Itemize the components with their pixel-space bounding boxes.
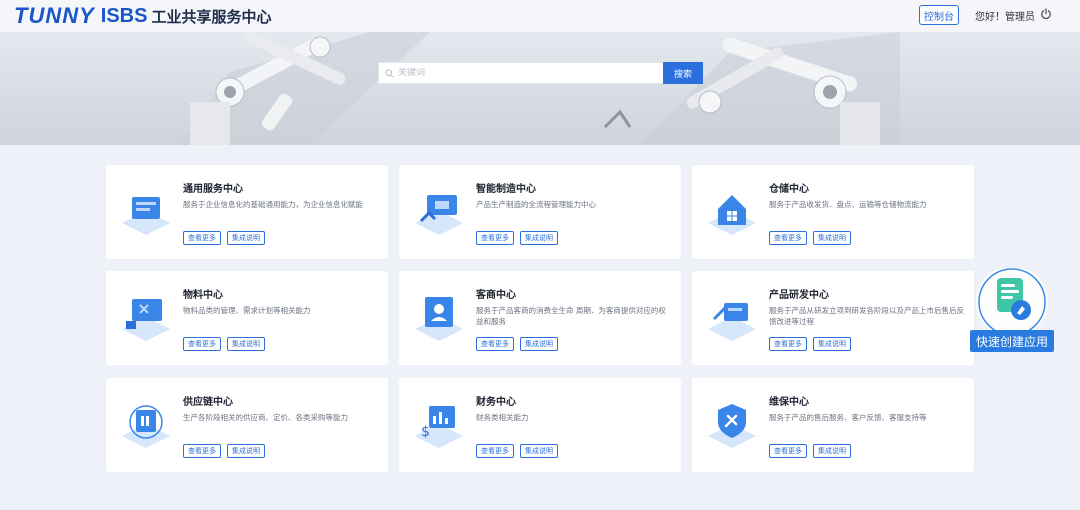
card-title[interactable]: 产品研发中心 — [769, 286, 829, 301]
supply-chain-icon — [122, 405, 170, 448]
quick-create-app-widget[interactable]: 快速创建应用 — [970, 268, 1054, 354]
factory-screen-icon — [415, 195, 463, 235]
card-title[interactable]: 财务中心 — [476, 393, 516, 408]
card-title[interactable]: 客商中心 — [476, 286, 516, 301]
quick-create-label: 快速创建应用 — [970, 330, 1054, 352]
warehouse-icon — [708, 195, 756, 235]
console-button[interactable]: 控制台 — [919, 5, 959, 25]
search-icon — [385, 68, 394, 78]
robot-arm-left-illustration — [180, 32, 430, 145]
card-actions: 查看更多 集成说明 — [769, 337, 851, 351]
svg-text:$: $ — [421, 424, 430, 440]
card-description: 财务类相关能力 — [476, 413, 529, 422]
card-actions: 查看更多 集成说明 — [183, 231, 265, 245]
view-more-button[interactable]: 查看更多 — [769, 444, 807, 458]
integration-guide-button[interactable]: 集成说明 — [227, 444, 265, 458]
logo-brand: TUNNY — [14, 3, 95, 28]
logo[interactable]: TUNNY ISBS 工业共享服务中心 — [14, 3, 272, 28]
search-box — [378, 62, 663, 84]
monitor-platform-icon — [122, 197, 170, 235]
service-card[interactable]: 供应链中心生产各阶段相关的供应商、定价、各类采购等能力查看更多 集成说明 — [106, 378, 388, 472]
research-icon — [708, 302, 756, 341]
card-description: 产品生产制造的全流程管理能力中心 — [476, 200, 596, 209]
search-button[interactable]: 搜索 — [663, 62, 703, 84]
card-title[interactable]: 维保中心 — [769, 393, 809, 408]
integration-guide-button[interactable]: 集成说明 — [227, 231, 265, 245]
card-description: 服务于产品收发货、盘点、运输等仓储物流能力 — [769, 200, 927, 209]
card-actions: 查看更多 集成说明 — [769, 231, 851, 245]
service-card[interactable]: 物料中心物料品类的管理、需求计划等相关能力查看更多 集成说明 — [106, 271, 388, 365]
integration-guide-button[interactable]: 集成说明 — [813, 444, 851, 458]
service-card[interactable]: 维保中心服务于产品的售后服务、客户反馈、客服支持等查看更多 集成说明 — [692, 378, 974, 472]
logo-system: ISBS — [100, 4, 148, 27]
card-title[interactable]: 智能制造中心 — [476, 180, 536, 195]
user-greeting[interactable]: 您好！管理员 — [975, 8, 1035, 23]
card-description: 物料品类的管理、需求计划等相关能力 — [183, 306, 311, 315]
view-more-button[interactable]: 查看更多 — [183, 337, 221, 351]
card-title[interactable]: 物料中心 — [183, 286, 223, 301]
card-description: 服务于企业信息化的基础通用能力，为企业信息化赋能 — [183, 200, 363, 209]
integration-guide-button[interactable]: 集成说明 — [520, 444, 558, 458]
integration-guide-button[interactable]: 集成说明 — [520, 337, 558, 351]
integration-guide-button[interactable]: 集成说明 — [813, 337, 851, 351]
view-more-button[interactable]: 查看更多 — [476, 444, 514, 458]
card-title[interactable]: 仓储中心 — [769, 180, 809, 195]
card-actions: 查看更多 集成说明 — [476, 444, 558, 458]
view-more-button[interactable]: 查看更多 — [183, 444, 221, 458]
service-card[interactable]: 产品研发中心服务于产品从研发立项到研发各阶段以及产品上市后售后反馈改进等过程查看… — [692, 271, 974, 365]
integration-guide-button[interactable]: 集成说明 — [227, 337, 265, 351]
integration-guide-button[interactable]: 集成说明 — [520, 231, 558, 245]
robot-arm-right-illustration — [603, 32, 900, 145]
card-description: 服务于产品的售后服务、客户反馈、客服支持等 — [769, 413, 927, 422]
integration-guide-button[interactable]: 集成说明 — [813, 231, 851, 245]
card-description: 生产各阶段相关的供应商、定价、各类采购等能力 — [183, 413, 348, 422]
card-description: 服务于产品客商的消费全生命 周期、为客商提供对应的权益和服务 — [476, 306, 666, 326]
card-title[interactable]: 供应链中心 — [183, 393, 233, 408]
view-more-button[interactable]: 查看更多 — [476, 337, 514, 351]
material-screen-icon — [122, 299, 170, 341]
service-card[interactable]: 仓储中心服务于产品收发货、盘点、运输等仓储物流能力查看更多 集成说明 — [692, 165, 974, 259]
service-card[interactable]: 通用服务中心服务于企业信息化的基础通用能力，为企业信息化赋能查看更多 集成说明 — [106, 165, 388, 259]
hero-banner: 一起深度挖掘开放的工业互联网世界 — [0, 32, 1080, 145]
top-header: TUNNY ISBS 工业共享服务中心 控制台 您好！管理员 — [0, 0, 1080, 32]
card-actions: 查看更多 集成说明 — [476, 337, 558, 351]
maintenance-shield-icon — [708, 404, 756, 448]
card-title[interactable]: 通用服务中心 — [183, 180, 243, 195]
logo-system-name: 工业共享服务中心 — [151, 7, 272, 26]
view-more-button[interactable]: 查看更多 — [769, 337, 807, 351]
service-card[interactable]: 客商中心服务于产品客商的消费全生命 周期、为客商提供对应的权益和服务查看更多 集成… — [399, 271, 681, 365]
view-more-button[interactable]: 查看更多 — [476, 231, 514, 245]
search-input[interactable] — [398, 68, 648, 78]
service-card[interactable]: $ 财务中心财务类相关能力查看更多 集成说明 — [399, 378, 681, 472]
customer-icon — [415, 297, 463, 341]
service-card[interactable]: 智能制造中心产品生产制造的全流程管理能力中心查看更多 集成说明 — [399, 165, 681, 259]
power-icon[interactable] — [1040, 8, 1052, 20]
view-more-button[interactable]: 查看更多 — [183, 231, 221, 245]
card-description: 服务于产品从研发立项到研发各阶段以及产品上市后售后反馈改进等过程 — [769, 306, 964, 326]
view-more-button[interactable]: 查看更多 — [769, 231, 807, 245]
card-actions: 查看更多 集成说明 — [183, 444, 265, 458]
card-actions: 查看更多 集成说明 — [476, 231, 558, 245]
finance-icon: $ — [415, 406, 463, 448]
quick-create-icon — [976, 268, 1048, 330]
card-actions: 查看更多 集成说明 — [183, 337, 265, 351]
card-actions: 查看更多 集成说明 — [769, 444, 851, 458]
